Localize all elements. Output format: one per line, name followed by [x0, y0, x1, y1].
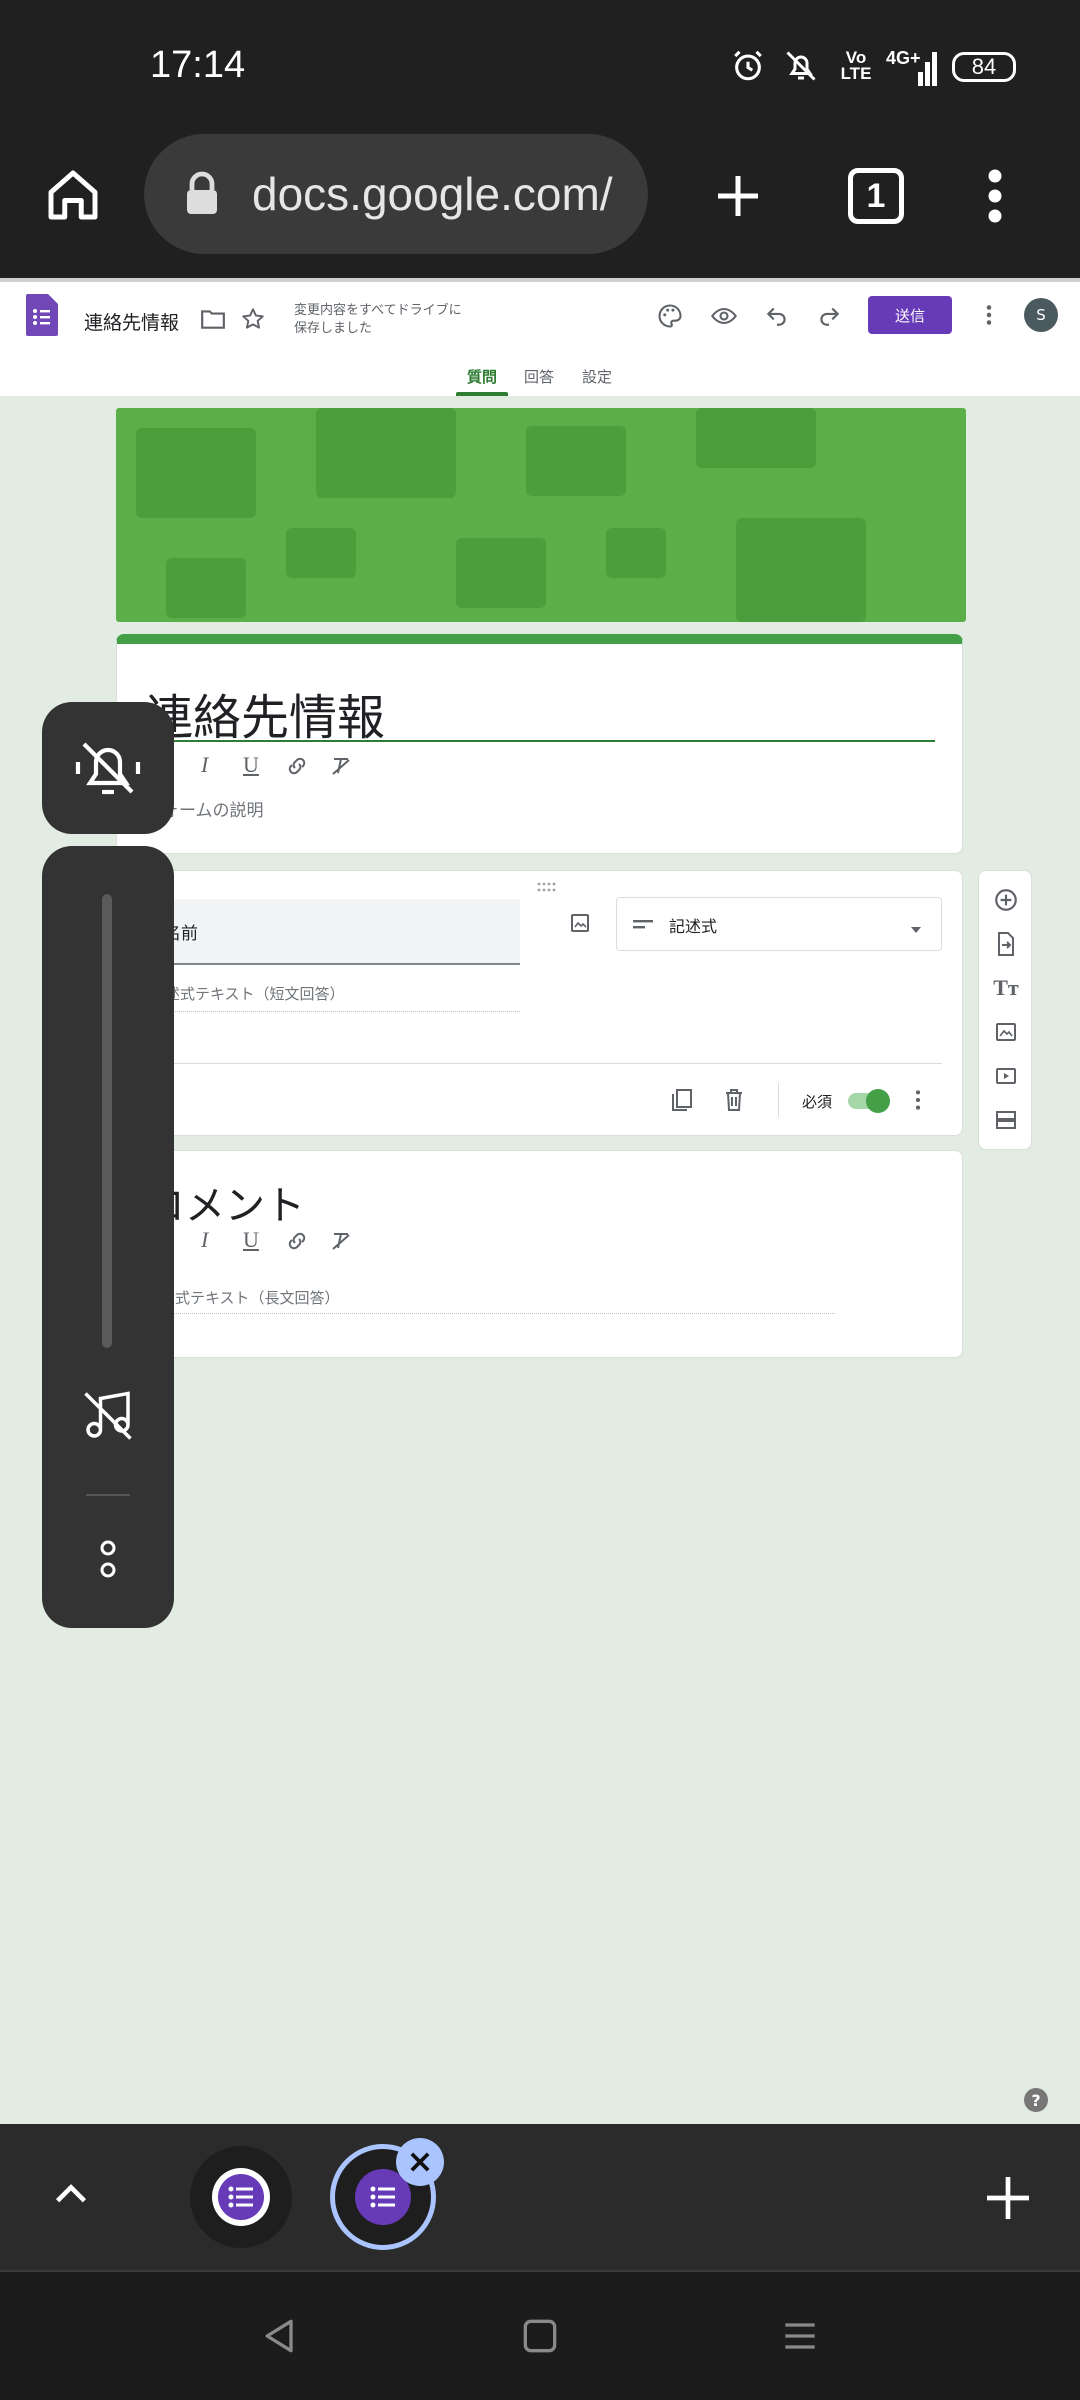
help-button[interactable]: ?: [1024, 2088, 1048, 2112]
form-title-card: 連絡先情報 B I U フォームの説明: [116, 634, 963, 854]
long-answer-hint: 記述式テキスト（長文回答）: [145, 1289, 340, 1307]
back-icon[interactable]: [258, 2314, 302, 2358]
undo-icon[interactable]: [764, 302, 790, 328]
media-muted-icon[interactable]: [78, 1386, 138, 1446]
import-questions-icon[interactable]: [991, 929, 1021, 959]
add-video-icon[interactable]: [991, 1061, 1021, 1091]
add-image-icon[interactable]: [991, 1017, 1021, 1047]
italic-button[interactable]: I: [201, 1227, 208, 1253]
answer-underline: [145, 1313, 835, 1314]
battery-icon: 84: [952, 52, 1016, 82]
google-forms-icon: [212, 2168, 270, 2226]
preview-eye-icon[interactable]: [710, 302, 738, 330]
more-options-icon[interactable]: [982, 300, 996, 330]
palette-icon[interactable]: [656, 302, 684, 330]
dropdown-arrow-icon: [909, 920, 923, 933]
status-bar: 17:14 Vo LTE 4G+ 84: [0, 0, 1080, 136]
delete-icon[interactable]: [722, 1087, 746, 1113]
url-text[interactable]: docs.google.com/: [252, 167, 640, 221]
question-card[interactable]: 名前 記述式 記述式テキスト（短文回答） 必須: [116, 870, 963, 1136]
question-type-label: 記述式: [669, 917, 718, 936]
signal-icon: [896, 50, 938, 88]
bell-off-icon: [72, 732, 144, 804]
star-icon[interactable]: [240, 306, 266, 332]
question-card[interactable]: コメント B I U 記述式テキスト（長文回答）: [116, 1150, 963, 1358]
add-image-icon[interactable]: [568, 911, 592, 935]
required-label: 必須: [802, 1093, 833, 1111]
tab-switcher-button[interactable]: 1: [848, 168, 904, 224]
italic-button[interactable]: I: [201, 752, 208, 778]
answer-underline: [150, 1011, 520, 1012]
header-banner-image: [116, 408, 966, 622]
google-forms-logo[interactable]: [26, 294, 58, 336]
tab-settings[interactable]: 設定: [582, 366, 612, 387]
ringer-mode-button[interactable]: [42, 702, 174, 834]
volume-panel: [42, 846, 174, 1628]
tab-questions[interactable]: 質問: [467, 366, 497, 387]
underline-button[interactable]: U: [243, 1227, 259, 1253]
browser-menu-icon[interactable]: [980, 166, 1010, 226]
alarm-icon: [728, 46, 768, 86]
document-title[interactable]: 連絡先情報: [84, 308, 179, 335]
chevron-up-icon[interactable]: [48, 2172, 94, 2218]
question-more-icon[interactable]: [912, 1087, 924, 1113]
link-icon[interactable]: [285, 1229, 309, 1253]
clock: 17:14: [150, 44, 246, 86]
title-underline: [145, 740, 935, 742]
volume-slider[interactable]: [102, 894, 112, 1348]
recents-menu-icon[interactable]: [778, 2314, 822, 2358]
short-answer-icon: [633, 916, 655, 932]
tab-responses[interactable]: 回答: [524, 366, 554, 387]
home-icon[interactable]: [40, 162, 106, 228]
volte-icon: Vo LTE: [840, 48, 872, 83]
add-question-icon[interactable]: [991, 885, 1021, 915]
clear-formatting-icon[interactable]: [329, 1229, 353, 1253]
duplicate-icon[interactable]: [670, 1087, 694, 1113]
question-type-select[interactable]: 記述式: [616, 897, 942, 951]
link-icon[interactable]: [285, 754, 309, 778]
drag-handle-icon[interactable]: [536, 877, 556, 892]
add-tab-icon[interactable]: [980, 2170, 1036, 2226]
bottom-tab-strip: [0, 2124, 1080, 2270]
volume-settings-icon[interactable]: [96, 1538, 120, 1582]
lock-icon: [184, 170, 220, 218]
folder-icon[interactable]: [200, 308, 226, 330]
form-title-input[interactable]: 連絡先情報: [145, 678, 385, 748]
clear-formatting-icon[interactable]: [329, 754, 353, 778]
system-navigation-bar: [0, 2270, 1080, 2400]
forms-header: 連絡先情報 変更内容をすべてドライブに 保存しました 送信 S 質問 回答 設定: [0, 278, 1080, 396]
redo-icon[interactable]: [816, 302, 842, 328]
footer-separator: [778, 1083, 779, 1117]
notifications-off-icon: [778, 46, 824, 86]
url-bar[interactable]: docs.google.com/: [144, 134, 648, 254]
tab-thumbnail[interactable]: [190, 2146, 292, 2248]
close-tab-icon[interactable]: [396, 2138, 444, 2186]
add-section-icon[interactable]: [991, 1105, 1021, 1135]
avatar[interactable]: S: [1024, 298, 1058, 332]
send-button[interactable]: 送信: [868, 296, 952, 334]
short-answer-hint: 記述式テキスト（短文回答）: [150, 985, 345, 1003]
question-title-field[interactable]: 名前: [136, 899, 520, 965]
question-tools-panel: Tт: [978, 870, 1032, 1150]
new-tab-icon[interactable]: [708, 166, 768, 226]
underline-button[interactable]: U: [243, 752, 259, 778]
home-button-icon[interactable]: [518, 2314, 562, 2358]
add-title-icon[interactable]: Tт: [991, 973, 1021, 1003]
required-toggle-thumb[interactable]: [866, 1089, 890, 1113]
active-tab-indicator: [456, 392, 508, 396]
card-divider: [122, 1063, 942, 1064]
save-status: 変更内容をすべてドライブに 保存しました: [294, 303, 462, 336]
volume-divider: [86, 1494, 130, 1496]
